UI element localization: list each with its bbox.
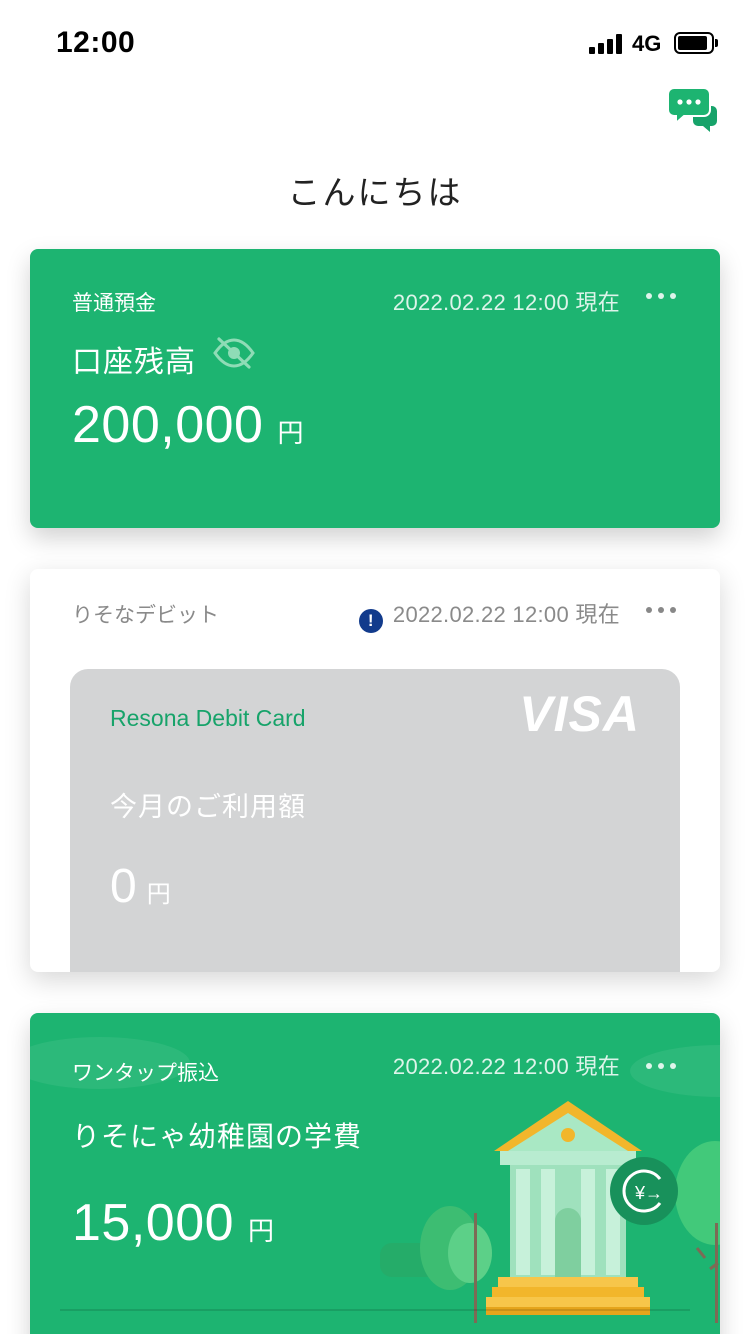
debit-timestamp: ! 2022.02.22 12:00 現在 bbox=[358, 597, 620, 633]
battery-icon bbox=[674, 32, 718, 54]
greeting-title: こんにちは bbox=[287, 173, 463, 212]
savings-more-button[interactable] bbox=[646, 293, 676, 301]
balance-title: 口座残高 bbox=[72, 345, 196, 380]
warning-icon[interactable]: ! bbox=[358, 609, 383, 633]
debit-card-panel[interactable]: りそなデビット ! 2022.02.22 12:00 現在 Resona Debi… bbox=[30, 569, 720, 972]
transfer-icon-text: ¥→ bbox=[634, 1183, 663, 1203]
balance-value: 200,000 bbox=[72, 396, 264, 454]
toggle-balance-visibility[interactable] bbox=[213, 337, 255, 369]
visa-logo: VISA bbox=[519, 686, 640, 742]
one-tap-timestamp: 2022.02.22 12:00 現在 bbox=[392, 1054, 620, 1079]
debit-card-visual[interactable]: Resona Debit Card VISA 今月のご利用額 0円 bbox=[70, 669, 680, 972]
more-dots-icon bbox=[646, 607, 652, 613]
status-bar: 12:00 4G bbox=[0, 0, 750, 88]
signal-strength-icon bbox=[589, 34, 625, 54]
transfer-value: 15,000 bbox=[72, 1194, 235, 1252]
debit-more-button[interactable] bbox=[646, 607, 676, 615]
currency-label: 円 bbox=[277, 419, 304, 449]
transfer-action-button[interactable]: ¥→ bbox=[610, 1157, 678, 1225]
balance-timestamp: 2022.02.22 12:00 現在 bbox=[392, 290, 620, 315]
card-divider bbox=[60, 1309, 690, 1311]
transfer-payee-title: りそにゃ幼稚園の学費 bbox=[72, 1120, 363, 1153]
eye-off-icon bbox=[213, 337, 255, 369]
debit-card-name: Resona Debit Card bbox=[110, 705, 306, 731]
one-tap-label: ワンタップ振込 bbox=[72, 1061, 219, 1085]
currency-label: 円 bbox=[146, 880, 171, 908]
chat-button[interactable] bbox=[667, 86, 718, 132]
one-tap-more-button[interactable] bbox=[646, 1063, 676, 1071]
savings-account-card[interactable]: 普通預金 2022.02.22 12:00 現在 口座残高 200,000 円 bbox=[30, 249, 720, 528]
debit-label: りそなデビット bbox=[72, 603, 219, 627]
more-dots-icon bbox=[646, 1063, 652, 1069]
more-dots-icon bbox=[646, 293, 652, 299]
balance-amount: 200,000 円 bbox=[72, 395, 304, 455]
one-tap-transfer-card[interactable]: ワンタップ振込 2022.02.22 12:00 現在 りそにゃ幼稚園の学費 ¥… bbox=[30, 1013, 720, 1334]
transfer-amount: 15,000 円 bbox=[72, 1193, 275, 1253]
monthly-usage-amount: 0円 bbox=[110, 859, 171, 914]
status-time: 12:00 bbox=[56, 26, 136, 59]
account-type-label: 普通預金 bbox=[72, 291, 156, 315]
usage-value: 0 bbox=[110, 860, 137, 913]
yen-transfer-icon: ¥→ bbox=[622, 1169, 663, 1213]
chat-icon bbox=[667, 87, 717, 132]
monthly-usage-label: 今月のご利用額 bbox=[110, 792, 306, 823]
currency-label: 円 bbox=[248, 1217, 275, 1247]
debit-date-text: 2022.02.22 12:00 現在 bbox=[392, 602, 620, 627]
network-type: 4G bbox=[632, 31, 662, 56]
